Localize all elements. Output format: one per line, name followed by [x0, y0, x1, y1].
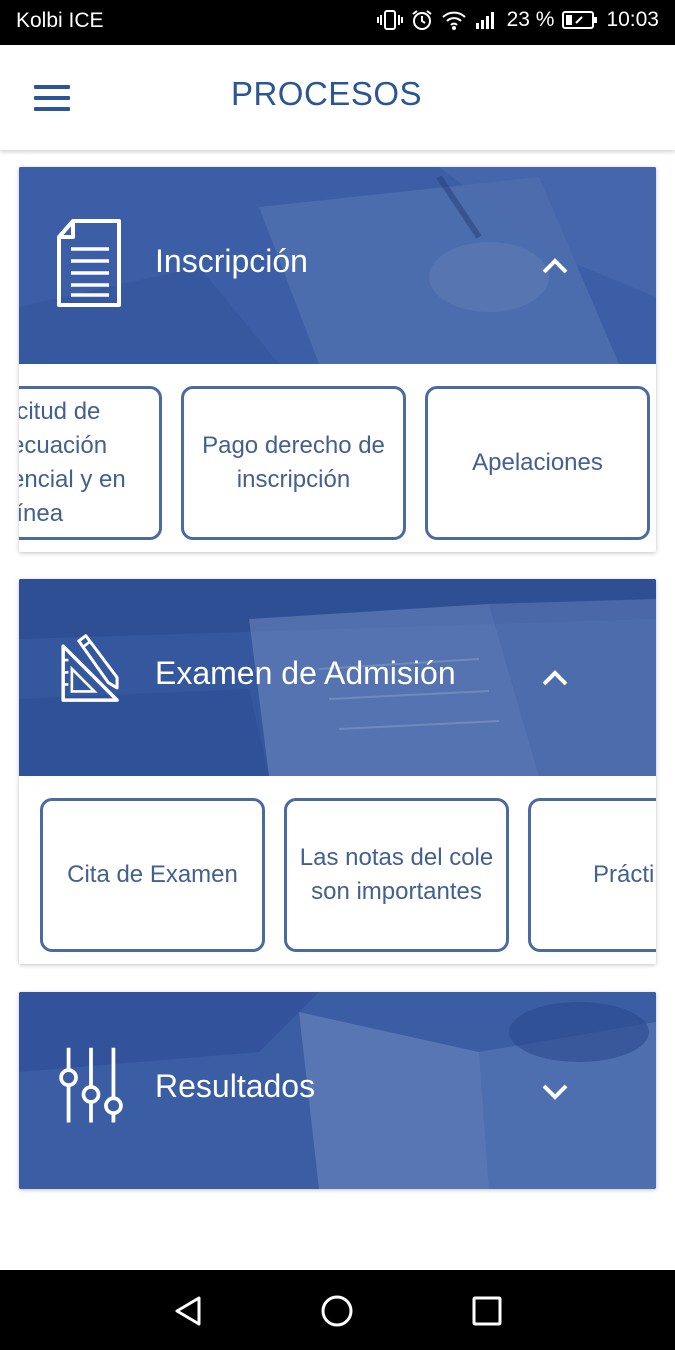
- status-icons: 23 % 10:03: [376, 8, 659, 32]
- pencil-ruler-icon: [61, 634, 119, 702]
- recents-icon[interactable]: [470, 1294, 504, 1328]
- item-tile-pago[interactable]: Pago derecho de inscripción: [181, 386, 406, 540]
- signal-icon: [475, 9, 499, 31]
- page-title: PROCESOS: [230, 75, 423, 112]
- home-icon[interactable]: [320, 1294, 354, 1328]
- section-card-examen: Examen de Admisión Cita de Examen Las no…: [19, 579, 656, 964]
- item-tile-cita-examen[interactable]: Cita de Examen: [40, 798, 265, 952]
- vibrate-icon: [376, 9, 403, 31]
- chevron-up-icon[interactable]: [540, 663, 570, 693]
- wifi-icon: [441, 9, 467, 31]
- tile-label: Las notas del cole son importantes: [299, 844, 494, 905]
- section-header-examen[interactable]: Examen de Admisión: [19, 579, 656, 776]
- section-title: Examen de Admisión: [155, 655, 456, 691]
- section-title: Resultados: [155, 1068, 316, 1104]
- section-items-examen: Cita de Examen Las notas del cole son im…: [19, 776, 656, 964]
- battery-icon: [562, 10, 598, 30]
- chevron-up-icon[interactable]: [540, 251, 570, 281]
- item-tile-apelaciones[interactable]: Apelaciones: [425, 386, 650, 540]
- chevron-down-icon[interactable]: [540, 1076, 570, 1106]
- section-title: Inscripción: [155, 243, 308, 279]
- clock-time: 10:03: [606, 8, 659, 31]
- section-card-inscripcion: Inscripción icitud de ecuación encial y …: [19, 167, 656, 552]
- item-tile-practica[interactable]: Prácti: [528, 798, 656, 952]
- back-icon[interactable]: [171, 1294, 205, 1328]
- item-tile-solicitud[interactable]: icitud de ecuación encial y en línea: [19, 386, 162, 540]
- section-header-inscripcion[interactable]: Inscripción: [19, 167, 656, 364]
- carrier-name: Kolbi ICE: [16, 9, 104, 32]
- tile-label: Pago derecho de inscripción: [202, 432, 385, 493]
- document-icon: [57, 219, 121, 307]
- tile-label: icitud de ecuación encial y en línea: [19, 398, 126, 527]
- tile-label: Cita de Examen: [67, 861, 238, 888]
- app-bar: PROCESOS: [0, 45, 675, 150]
- tile-label: Prácti: [593, 861, 655, 888]
- battery-percent: 23 %: [506, 8, 555, 31]
- system-nav-bar: [0, 1270, 675, 1350]
- item-tile-notas-cole[interactable]: Las notas del cole son importantes: [284, 798, 509, 952]
- tile-label: Apelaciones: [472, 449, 603, 476]
- section-card-resultados: Resultados: [19, 992, 656, 1189]
- section-header-resultados[interactable]: Resultados: [19, 992, 656, 1189]
- section-items-inscripcion: icitud de ecuación encial y en línea Pag…: [19, 364, 656, 552]
- status-bar: Kolbi ICE 23 % 10:03: [0, 0, 675, 45]
- alarm-icon: [411, 9, 433, 31]
- sliders-icon: [59, 1047, 123, 1123]
